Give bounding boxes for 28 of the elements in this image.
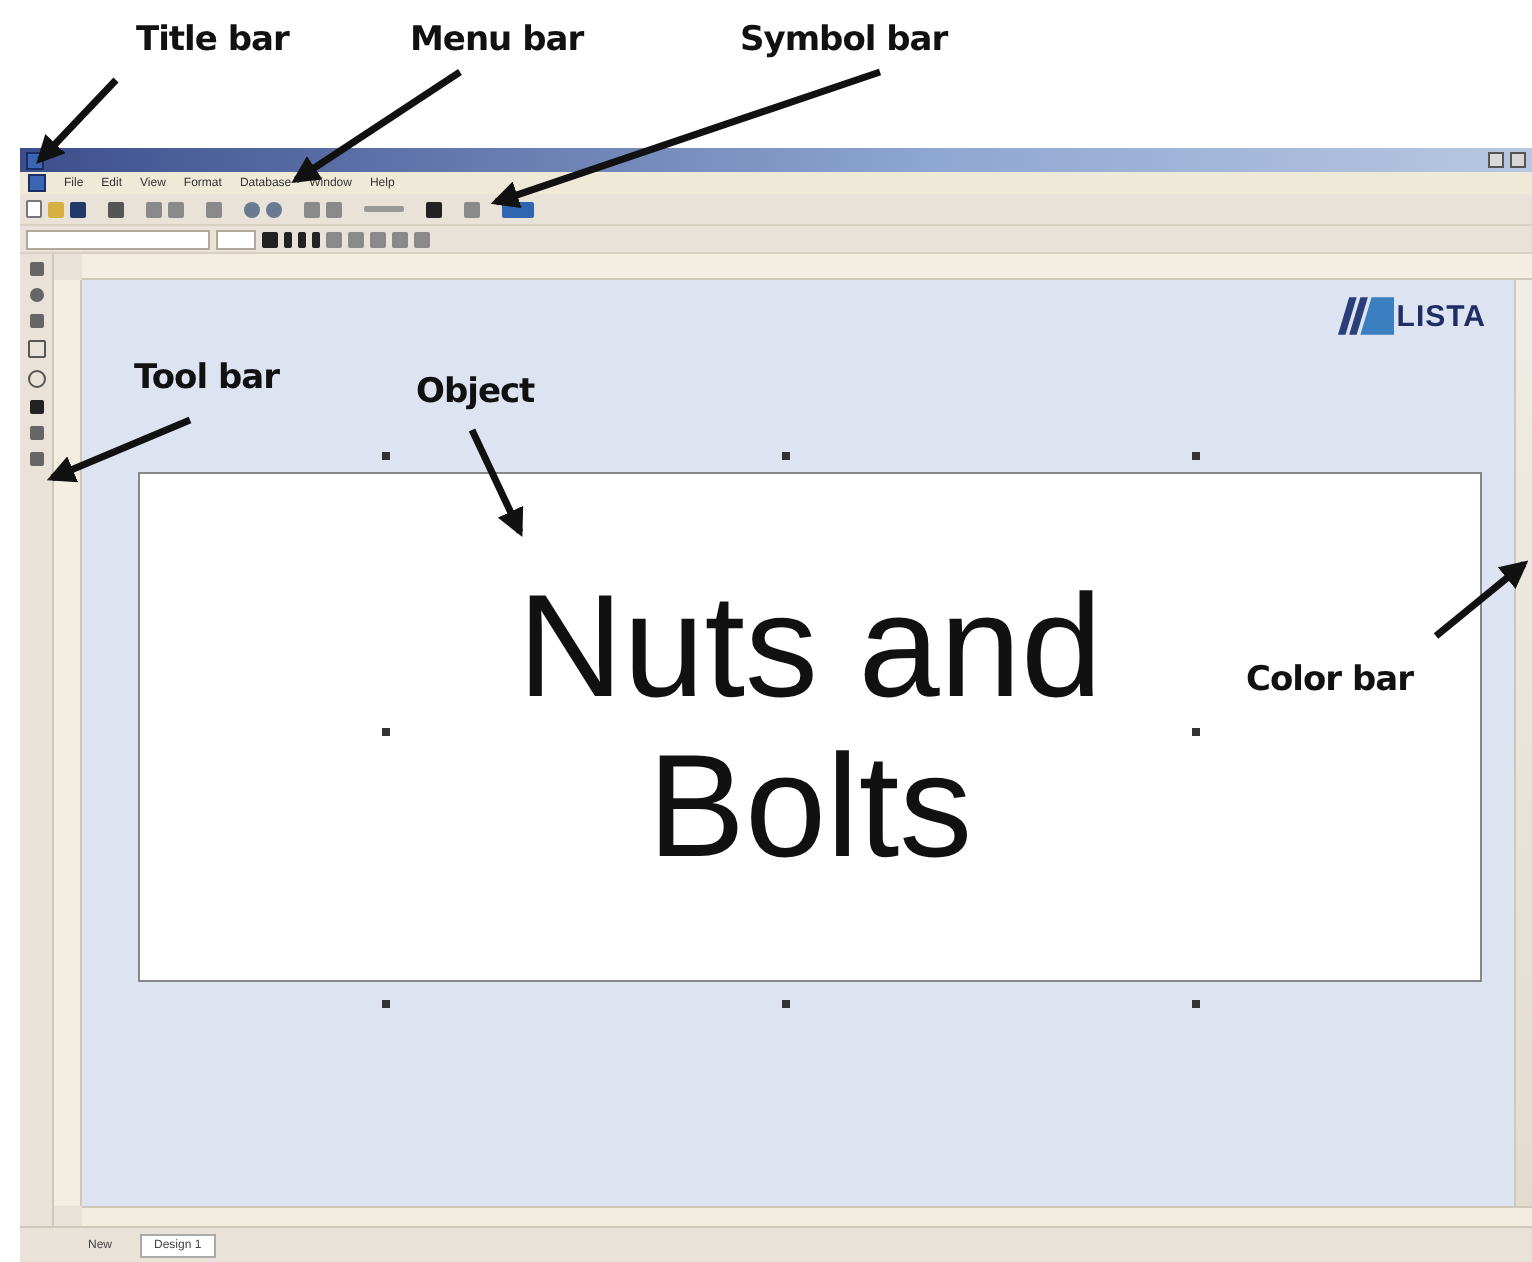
- rectangle-icon[interactable]: [27, 340, 45, 358]
- callout-arrow: [468, 428, 524, 538]
- callout-label: Title bar: [136, 20, 289, 60]
- close-button[interactable]: [1510, 152, 1526, 168]
- callout-label: Symbol bar: [740, 20, 948, 60]
- ellipse-icon[interactable]: [27, 370, 45, 388]
- callout-arrow: [36, 77, 119, 165]
- horizontal-scrollbar[interactable]: [82, 1206, 1532, 1226]
- new-file-icon[interactable]: [26, 200, 42, 218]
- selection-handle[interactable]: [382, 452, 390, 460]
- selection-handle[interactable]: [382, 728, 390, 736]
- callout-label: Menu bar: [410, 20, 584, 60]
- font-size-field[interactable]: [216, 229, 256, 249]
- callout-label: Tool bar: [134, 358, 279, 398]
- callout-label: Color bar: [1246, 660, 1413, 700]
- selection-handle[interactable]: [382, 1000, 390, 1008]
- callout-arrow: [1433, 560, 1529, 639]
- selection-handle[interactable]: [782, 452, 790, 460]
- label-text: Nuts and Bolts: [517, 567, 1103, 887]
- font-field[interactable]: [26, 229, 210, 249]
- selection-handle[interactable]: [1192, 1000, 1200, 1008]
- stripes-icon: [1338, 296, 1395, 336]
- minimize-button[interactable]: [1488, 152, 1504, 168]
- selection-handle[interactable]: [1192, 728, 1200, 736]
- logo-text: LISTA: [1396, 299, 1486, 333]
- selection-handle[interactable]: [782, 1000, 790, 1008]
- selection-handle[interactable]: [1192, 452, 1200, 460]
- callout-label: Object: [416, 372, 535, 412]
